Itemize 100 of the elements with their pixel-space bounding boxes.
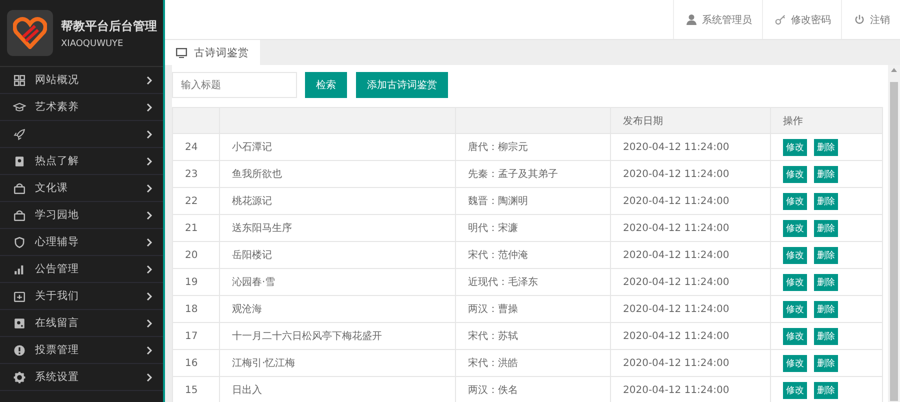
chevron-icon [146, 102, 153, 112]
table-cell: 19 [172, 268, 220, 296]
edit-button[interactable]: 修改 [783, 328, 807, 344]
add-button[interactable]: 添加古诗词鉴赏 [356, 72, 448, 98]
title-search-field[interactable]: 输入标题 [172, 72, 297, 98]
bag-icon [13, 182, 26, 194]
table-cell: 送东阳马生序 [220, 214, 456, 242]
grid-icon [13, 74, 26, 86]
delete-button[interactable]: 删除 [814, 192, 838, 210]
table-cell: 18 [172, 296, 220, 322]
chevron-icon [146, 264, 153, 274]
app-subtitle: XIAOQUWUYE [61, 38, 124, 48]
scrollbar[interactable] [888, 65, 900, 402]
delete-button[interactable]: 删除 [814, 246, 838, 264]
table-cell: 宋代：苏轼 [456, 322, 610, 350]
monitor-icon [176, 48, 187, 58]
sidebar-item[interactable]: 心理辅导 [0, 229, 163, 256]
table-cell: 鱼我所欲也 [220, 160, 456, 188]
table-cell: 先秦：孟子及其弟子 [456, 160, 610, 188]
delete-button[interactable]: 删除 [814, 274, 838, 290]
table-cell: 观沧海 [220, 296, 456, 322]
sidebar-item[interactable]: 文化课 [0, 175, 163, 202]
delete-button[interactable]: 删除 [814, 300, 838, 318]
sidebar-item[interactable]: 学习园地 [0, 202, 163, 229]
search-button[interactable]: 检索 [305, 72, 347, 98]
column-header: 操作 [770, 108, 882, 134]
delete-button[interactable]: 删除 [814, 138, 838, 156]
app-title: 帮教平台后台管理 [61, 18, 157, 34]
chevron-icon [146, 318, 153, 328]
sidebar-item[interactable]: 关于我们 [0, 283, 163, 310]
chevron-icon [146, 346, 153, 354]
table-cell: 16 [172, 350, 220, 376]
chevron-icon [146, 76, 153, 84]
table-cell: 两汉：曹操 [456, 296, 610, 322]
edit-button[interactable]: 修改 [783, 382, 807, 398]
edit-button[interactable]: 修改 [783, 138, 807, 156]
table-cell: 2020-04-12 11:24:00 [610, 242, 770, 268]
sidebar-item[interactable]: 在线留言 [0, 310, 163, 337]
table-cell: 2020-04-12 11:24:00 [610, 322, 770, 350]
table-cell: 小石潭记 [220, 134, 456, 160]
heart-logo [7, 10, 53, 56]
table-cell: 22 [172, 188, 220, 214]
edit-button[interactable]: 修改 [783, 274, 807, 290]
sidebar-item[interactable]: 艺术素养 [0, 94, 163, 121]
table-cell: 岳阳楼记 [220, 242, 456, 268]
user-icon [686, 14, 697, 25]
table-cell: 江梅引·忆江梅 [220, 350, 456, 376]
table-cell: 十一月二十六日松风亭下梅花盛开 [220, 322, 456, 350]
key-icon [775, 14, 786, 25]
table-cell: 桃花源记 [220, 188, 456, 214]
delete-button[interactable]: 删除 [814, 220, 838, 236]
chevron-icon [146, 156, 153, 166]
id-card-icon [13, 316, 26, 330]
gear-icon [13, 370, 26, 384]
table-cell: 2020-04-12 11:24:00 [610, 350, 770, 376]
graduation-cap-icon [13, 100, 26, 114]
delete-button[interactable]: 删除 [814, 166, 838, 182]
inbox-icon [13, 290, 26, 302]
table-cell: 唐代：柳宗元 [456, 134, 610, 160]
logout-link[interactable]: 注销 [841, 0, 900, 39]
edit-button[interactable]: 修改 [783, 354, 807, 372]
edit-button[interactable]: 修改 [783, 300, 807, 318]
table-cell: 近现代：毛泽东 [456, 268, 610, 296]
table-cell: 2020-04-12 11:24:00 [610, 296, 770, 322]
power-icon [854, 14, 865, 25]
delete-button[interactable]: 删除 [814, 328, 838, 344]
bar-chart-icon [13, 262, 26, 276]
table-cell: 宋代：洪皓 [456, 350, 610, 376]
edit-button[interactable]: 修改 [783, 166, 807, 182]
badge-icon [13, 154, 26, 168]
table-cell: 24 [172, 134, 220, 160]
sidebar-item[interactable]: 网站概况 [0, 67, 163, 94]
sidebar-item[interactable]: 公告管理 [0, 256, 163, 283]
table-cell: 明代：宋濂 [456, 214, 610, 242]
sidebar-item[interactable]: 热点了解 [0, 148, 163, 175]
rocket-icon [13, 128, 26, 140]
table-cell: 魏晋：陶渊明 [456, 188, 610, 214]
edit-button[interactable]: 修改 [783, 246, 807, 264]
edit-button[interactable]: 修改 [783, 220, 807, 236]
chevron-icon [146, 130, 153, 138]
table-cell: 15 [172, 376, 220, 402]
sidebar-item[interactable]: 投票管理 [0, 337, 163, 364]
change-password-link[interactable]: 修改密码 [762, 0, 841, 39]
table-cell: 沁园春·雪 [220, 268, 456, 296]
delete-button[interactable]: 删除 [814, 354, 838, 372]
chevron-icon [146, 372, 153, 382]
sidebar-item[interactable]: 系统设置 [0, 364, 163, 391]
edit-button[interactable]: 修改 [783, 192, 807, 210]
table-cell: 2020-04-12 11:24:00 [610, 134, 770, 160]
chevron-icon [146, 184, 153, 192]
tab[interactable]: 古诗词鉴赏 [165, 40, 260, 65]
bag-icon [13, 208, 26, 222]
table-cell: 2020-04-12 11:24:00 [610, 188, 770, 214]
table-cell: 20 [172, 242, 220, 268]
column-header: 发布日期 [610, 108, 770, 134]
scroll-up-icon[interactable] [891, 68, 897, 72]
table-cell: 23 [172, 160, 220, 188]
delete-button[interactable]: 删除 [814, 382, 838, 398]
user-menu[interactable]: 系统管理员 [673, 0, 762, 39]
table-cell: 2020-04-12 11:24:00 [610, 268, 770, 296]
